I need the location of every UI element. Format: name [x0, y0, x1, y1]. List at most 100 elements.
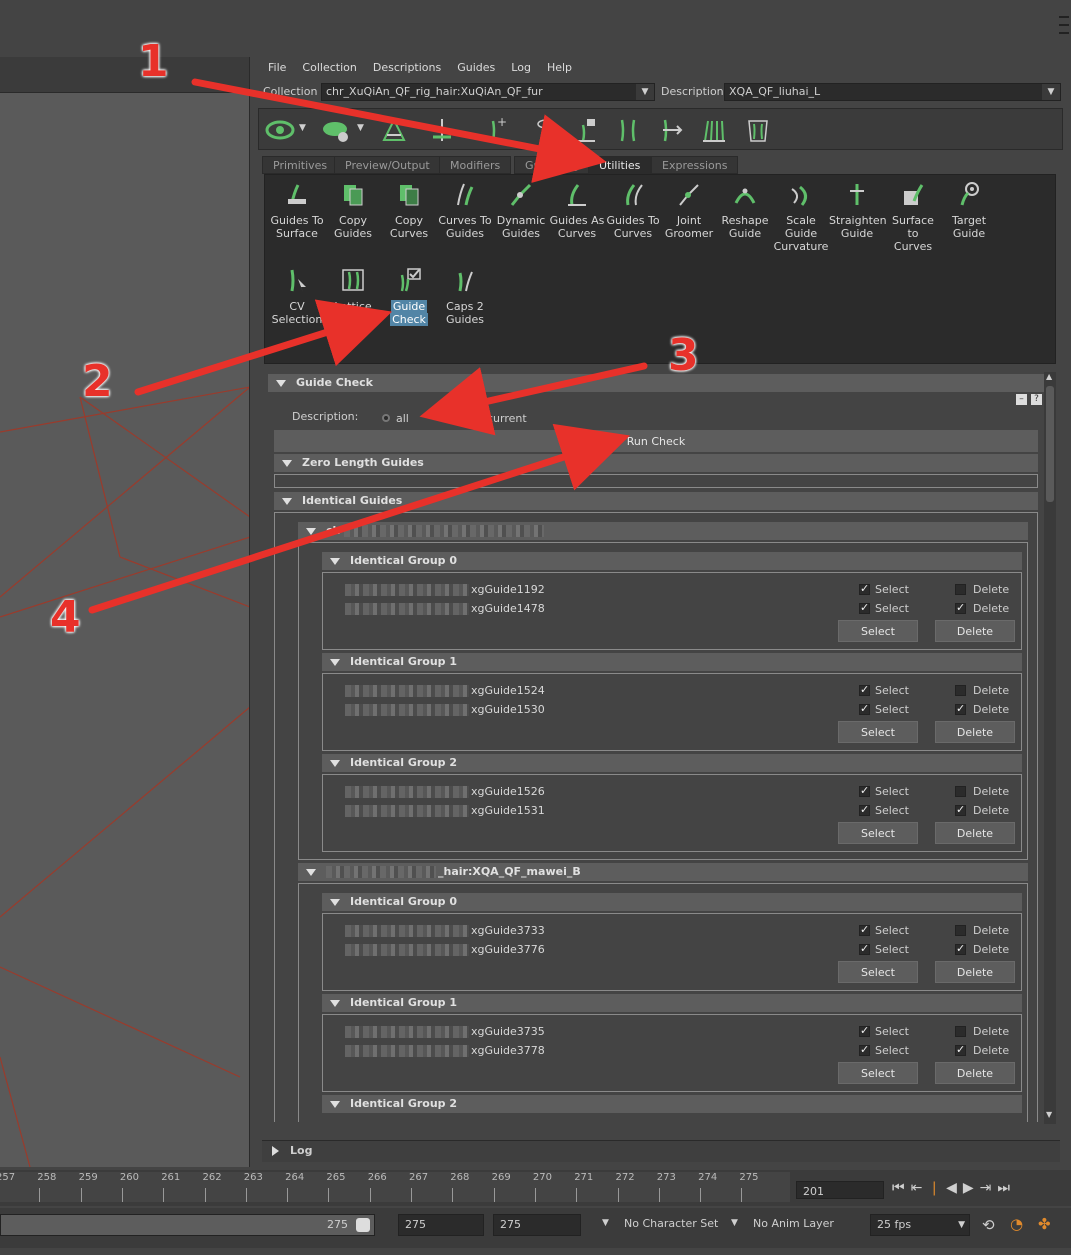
- anim-layer-dropdown[interactable]: No Anim Layer: [747, 1214, 849, 1236]
- guide-check-header[interactable]: Guide Check: [268, 374, 1044, 392]
- identical-group-header[interactable]: Identical Group 2: [322, 1095, 1022, 1113]
- delete-checkbox[interactable]: [955, 702, 966, 715]
- identical-group-header[interactable]: Identical Group 0: [322, 893, 1022, 911]
- current-frame-field[interactable]: 201: [796, 1181, 884, 1199]
- select-button[interactable]: Select: [838, 822, 918, 844]
- step-forward-key-icon[interactable]: ⇥: [980, 1180, 992, 1202]
- tab-expressions[interactable]: Expressions: [651, 156, 739, 174]
- step-back-frame-icon[interactable]: ❘: [928, 1180, 940, 1202]
- hide-visibility-icon[interactable]: [321, 115, 351, 145]
- select-checkbox[interactable]: [859, 582, 870, 595]
- tool-target-guide[interactable]: Target Guide: [941, 181, 997, 240]
- tool-guides-to-curves[interactable]: Guides To Curves: [605, 181, 661, 240]
- add-guide-icon[interactable]: [427, 115, 457, 145]
- description-group-header[interactable]: ch: [298, 522, 1028, 540]
- select-button[interactable]: Select: [838, 620, 918, 642]
- loop-icon[interactable]: ⟲: [982, 1216, 995, 1234]
- chevron-down-icon[interactable]: ▼: [602, 1218, 609, 1228]
- tool-scale-guide-curvature[interactable]: Scale Guide Curvature: [773, 181, 829, 253]
- select-button[interactable]: Select: [838, 1062, 918, 1084]
- delete-button[interactable]: Delete: [935, 721, 1015, 743]
- guide-pair-icon[interactable]: [613, 115, 643, 145]
- select-checkbox[interactable]: [859, 942, 870, 955]
- tool-caps-2-guides[interactable]: Caps 2 Guides: [437, 267, 493, 326]
- zero-length-guides-header[interactable]: Zero Length Guides: [274, 454, 1038, 472]
- delete-checkbox[interactable]: [955, 584, 966, 595]
- tool-guides-to-surface[interactable]: Guides To Surface: [269, 181, 325, 240]
- delete-button[interactable]: Delete: [935, 822, 1015, 844]
- guide-mesh-icon[interactable]: [379, 115, 409, 145]
- collapse-all-icon[interactable]: –: [1016, 394, 1027, 405]
- scroll-up-icon[interactable]: ▲: [1046, 372, 1052, 381]
- description-dropdown[interactable]: XQA_QF_liuhai_L ▼: [724, 83, 1061, 101]
- tool-joint-groomer[interactable]: Joint Groomer: [661, 181, 717, 240]
- description-group-header[interactable]: _hair:XQA_QF_mawei_B: [298, 863, 1028, 881]
- menu-file[interactable]: File: [260, 58, 294, 78]
- tool-reshape-guide[interactable]: Reshape Guide: [717, 181, 773, 240]
- tab-preview-output[interactable]: Preview/Output: [334, 156, 441, 174]
- delete-checkbox[interactable]: [955, 685, 966, 696]
- delete-checkbox[interactable]: [955, 1026, 966, 1037]
- select-checkbox[interactable]: [859, 784, 870, 797]
- select-checkbox[interactable]: [859, 923, 870, 936]
- eye-visibility-icon[interactable]: [265, 115, 295, 145]
- range-slider-handle[interactable]: [356, 1218, 370, 1232]
- go-to-start-icon[interactable]: ⏮: [892, 1180, 905, 1202]
- identical-group-header[interactable]: Identical Group 1: [322, 653, 1022, 671]
- menu-descriptions[interactable]: Descriptions: [365, 58, 449, 78]
- animation-end-field[interactable]: 275: [493, 1214, 581, 1236]
- tab-utilities[interactable]: Utilities: [588, 156, 652, 174]
- auto-key-icon[interactable]: ◔: [1010, 1215, 1023, 1233]
- tab-primitives[interactable]: Primitives: [262, 156, 339, 174]
- chevron-down-icon[interactable]: ▼: [299, 123, 306, 133]
- tool-guide-check[interactable]: Guide Check: [381, 267, 437, 326]
- select-checkbox[interactable]: [859, 601, 870, 614]
- radio-current[interactable]: [472, 414, 480, 422]
- go-to-end-icon[interactable]: ⏭: [997, 1180, 1010, 1202]
- select-button[interactable]: Select: [838, 721, 918, 743]
- toolbar-handle[interactable]: [1057, 10, 1071, 50]
- character-set-dropdown[interactable]: No Character Set: [618, 1214, 720, 1236]
- fps-dropdown[interactable]: 25 fps ▼: [870, 1214, 970, 1236]
- identical-guides-header[interactable]: Identical Guides: [274, 492, 1038, 510]
- delete-checkbox[interactable]: [955, 942, 966, 955]
- lock-guide-icon[interactable]: [571, 115, 601, 145]
- delete-checkbox[interactable]: [955, 925, 966, 936]
- identical-group-header[interactable]: Identical Group 1: [322, 994, 1022, 1012]
- range-slider[interactable]: 275: [0, 1214, 375, 1236]
- run-check-button[interactable]: Run Check: [274, 430, 1038, 452]
- tool-guides-as-curves[interactable]: Guides As Curves: [549, 181, 605, 240]
- tool-copy-guides[interactable]: Copy Guides: [325, 181, 381, 240]
- tool-lattice[interactable]: Lattice: [325, 267, 381, 313]
- tool-copy-curves[interactable]: Copy Curves: [381, 181, 437, 240]
- menu-collection[interactable]: Collection: [294, 58, 364, 78]
- chevron-down-icon[interactable]: ▼: [731, 1218, 738, 1228]
- tool-dynamic-guides[interactable]: Dynamic Guides: [493, 181, 549, 240]
- scrollbar-thumb[interactable]: [1046, 386, 1054, 502]
- preferences-figure-icon[interactable]: ✤: [1038, 1215, 1051, 1233]
- guide-eye-icon[interactable]: [531, 115, 561, 145]
- select-checkbox[interactable]: [859, 702, 870, 715]
- frame-ruler[interactable]: 257 258 259 260 261 262 263 264 265 266 267 268 269 2…: [0, 1172, 790, 1202]
- help-icon[interactable]: ?: [1031, 394, 1042, 405]
- guide-fan-icon[interactable]: [699, 115, 729, 145]
- playback-end-field[interactable]: 275: [398, 1214, 484, 1236]
- menu-guides[interactable]: Guides: [449, 58, 503, 78]
- menu-log[interactable]: Log: [503, 58, 539, 78]
- identical-group-header[interactable]: Identical Group 0: [322, 552, 1022, 570]
- tab-grooming[interactable]: Grooming: [514, 156, 590, 174]
- delete-button[interactable]: Delete: [935, 1062, 1015, 1084]
- collection-dropdown[interactable]: chr_XuQiAn_QF_rig_hair:XuQiAn_QF_fur ▼: [321, 83, 655, 101]
- delete-button[interactable]: Delete: [935, 961, 1015, 983]
- delete-button[interactable]: Delete: [935, 620, 1015, 642]
- delete-checkbox[interactable]: [955, 1043, 966, 1056]
- tool-curves-to-guides[interactable]: Curves To Guides: [437, 181, 493, 240]
- chevron-down-icon[interactable]: ▼: [357, 123, 364, 133]
- guide-check-scrollbar[interactable]: ▲ ▼: [1044, 372, 1056, 1124]
- select-checkbox[interactable]: [859, 683, 870, 696]
- play-backward-icon[interactable]: ◀: [946, 1180, 957, 1202]
- tab-modifiers[interactable]: Modifiers: [439, 156, 512, 174]
- menu-help[interactable]: Help: [539, 58, 580, 78]
- select-button[interactable]: Select: [838, 961, 918, 983]
- tool-cv-selection[interactable]: CV Selection: [269, 267, 325, 326]
